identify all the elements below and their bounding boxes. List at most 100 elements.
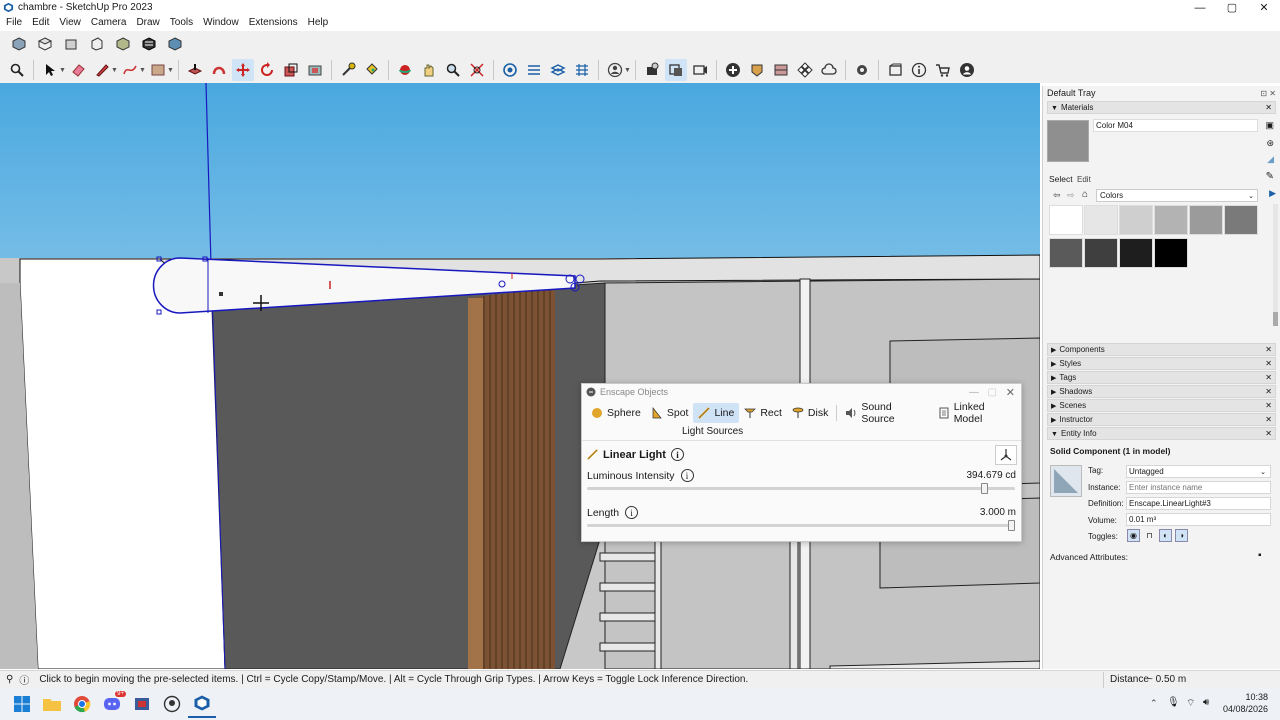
app-icon[interactable] xyxy=(128,690,156,718)
panel-close-icon[interactable]: ✕ xyxy=(1265,429,1272,438)
material-swatch[interactable] xyxy=(1119,238,1153,268)
edit-tab[interactable]: Edit xyxy=(1077,175,1091,184)
intensity-slider-track[interactable] xyxy=(587,487,1015,490)
orbit-icon[interactable] xyxy=(394,59,416,81)
panel-entity-info[interactable]: ▼ Entity Info ✕ xyxy=(1047,427,1276,440)
panel-scenes[interactable]: ▶ Scenes ✕ xyxy=(1047,399,1276,412)
chevron-down-icon[interactable]: ▼ xyxy=(59,67,66,74)
panel-close-icon[interactable]: ✕ xyxy=(1265,401,1272,410)
enscape-asset-icon[interactable] xyxy=(746,59,768,81)
tab-linked-model[interactable]: Linked Model xyxy=(933,401,1021,425)
menu-draw[interactable]: Draw xyxy=(132,17,165,28)
enscape-cloud-icon[interactable] xyxy=(818,59,840,81)
select-tab[interactable]: Select xyxy=(1049,174,1073,184)
info-icon[interactable]: i xyxy=(670,448,684,461)
paint-bucket-icon[interactable] xyxy=(361,59,383,81)
account-icon[interactable] xyxy=(604,59,626,81)
move-icon[interactable] xyxy=(232,59,254,81)
shopping-cart-icon[interactable] xyxy=(932,59,954,81)
material-swatch[interactable] xyxy=(1119,205,1153,235)
eraser-icon[interactable] xyxy=(67,59,89,81)
tab-spot[interactable]: Spot xyxy=(646,403,694,423)
iso-view-icon[interactable] xyxy=(8,33,30,55)
back-view-icon[interactable] xyxy=(112,33,134,55)
windows-start-icon[interactable] xyxy=(8,690,36,718)
discord-icon[interactable]: 9+ xyxy=(98,690,126,718)
right-view-icon[interactable] xyxy=(86,33,108,55)
definition-field[interactable]: Enscape.LinearLight#3 xyxy=(1126,497,1271,510)
material-swatch[interactable] xyxy=(1049,238,1083,268)
sample-paint-icon[interactable]: ✎ xyxy=(1266,171,1274,182)
dialog-minimize-button[interactable]: — xyxy=(969,387,979,398)
enscape-settings-icon[interactable] xyxy=(851,59,873,81)
tag-select[interactable]: Untagged ⌄ xyxy=(1126,465,1271,478)
file-explorer-icon[interactable] xyxy=(38,690,66,718)
tray-chevron-icon[interactable]: ⌃ xyxy=(1150,698,1158,709)
material-swatch[interactable] xyxy=(1084,205,1118,235)
library-select[interactable]: Colors ⌄ xyxy=(1096,189,1258,202)
forward-arrow-icon[interactable]: ⇨ xyxy=(1067,190,1075,201)
panel-tags[interactable]: ▶ Tags ✕ xyxy=(1047,371,1276,384)
chrome-icon[interactable] xyxy=(68,690,96,718)
dialog-titlebar[interactable]: Enscape Objects — ▢ ✕ xyxy=(582,384,1021,400)
panel-styles[interactable]: ▶ Styles ✕ xyxy=(1047,357,1276,370)
tab-line[interactable]: Line xyxy=(693,403,740,423)
menu-edit[interactable]: Edit xyxy=(28,17,55,28)
materials-panel-header[interactable]: ▼ Materials ✕ xyxy=(1047,101,1276,114)
chevron-down-icon[interactable]: ▼ xyxy=(111,67,118,74)
tab-sphere[interactable]: Sphere xyxy=(586,403,646,423)
panel-components[interactable]: ▶ Components ✕ xyxy=(1047,343,1276,356)
geolocation-icon[interactable]: ⚲ xyxy=(6,674,13,685)
user-profile-icon[interactable] xyxy=(956,59,978,81)
enscape-start-icon[interactable] xyxy=(641,59,663,81)
offset-icon[interactable] xyxy=(304,59,326,81)
panel-close-icon[interactable]: ✕ xyxy=(1265,103,1272,112)
enscape-material-icon[interactable] xyxy=(770,59,792,81)
zoom-icon[interactable] xyxy=(6,59,28,81)
receive-shadows-icon[interactable]: ◐ xyxy=(1159,529,1172,542)
library-details-icon[interactable]: ▶ xyxy=(1269,188,1276,199)
panel-close-icon[interactable]: ✕ xyxy=(1265,373,1272,382)
enscape-window-icon[interactable] xyxy=(884,59,906,81)
pan-icon[interactable] xyxy=(418,59,440,81)
github-icon[interactable] xyxy=(158,690,186,718)
credits-icon[interactable]: ⓘ xyxy=(19,672,29,687)
push-pull-icon[interactable] xyxy=(184,59,206,81)
length-slider-thumb[interactable] xyxy=(1008,520,1015,531)
dialog-maximize-button[interactable]: ▢ xyxy=(988,387,997,398)
material-swatch[interactable] xyxy=(1154,205,1188,235)
menu-help[interactable]: Help xyxy=(304,17,335,28)
chevron-down-icon[interactable]: ▼ xyxy=(624,67,631,74)
tray-pin-close-icon[interactable]: ⊡ ✕ xyxy=(1260,89,1276,98)
rectangle-icon[interactable] xyxy=(147,59,169,81)
swatch-scrollbar[interactable] xyxy=(1273,204,1278,326)
menu-window[interactable]: Window xyxy=(199,17,245,28)
tab-disk[interactable]: Disk xyxy=(787,403,833,423)
pencil-line-icon[interactable] xyxy=(91,59,113,81)
volume-icon[interactable]: 🔊︎ xyxy=(1203,697,1209,708)
warehouse-icon[interactable] xyxy=(499,59,521,81)
enscape-checker-icon[interactable] xyxy=(794,59,816,81)
default-material-icon[interactable]: ◢ xyxy=(1267,154,1274,165)
intensity-slider-thumb[interactable] xyxy=(981,483,989,494)
layers-icon[interactable] xyxy=(547,59,569,81)
top-view-icon[interactable] xyxy=(34,33,56,55)
bottom-view-icon[interactable] xyxy=(164,33,186,55)
panel-close-icon[interactable]: ✕ xyxy=(1265,359,1272,368)
follow-me-icon[interactable] xyxy=(208,59,230,81)
tape-measure-icon[interactable] xyxy=(337,59,359,81)
measurement-value[interactable]: ~ 0.50 m xyxy=(1147,674,1186,685)
close-button[interactable]: ✕ xyxy=(1248,0,1280,15)
chevron-down-icon[interactable]: ▼ xyxy=(167,67,174,74)
panel-close-icon[interactable]: ✕ xyxy=(1265,387,1272,396)
maximize-button[interactable]: ▢ xyxy=(1216,0,1248,15)
material-swatch[interactable] xyxy=(1224,205,1258,235)
tab-rect[interactable]: Rect xyxy=(739,403,787,423)
enscape-objects-icon[interactable] xyxy=(722,59,744,81)
menu-extensions[interactable]: Extensions xyxy=(245,17,304,28)
enscape-sync-icon[interactable] xyxy=(665,59,687,81)
cast-shadows-icon[interactable]: ◑ xyxy=(1175,529,1188,542)
section-plane-icon[interactable] xyxy=(523,59,545,81)
zoom-tool-icon[interactable] xyxy=(442,59,464,81)
material-eye-icon[interactable]: ⊛ xyxy=(1266,138,1274,149)
